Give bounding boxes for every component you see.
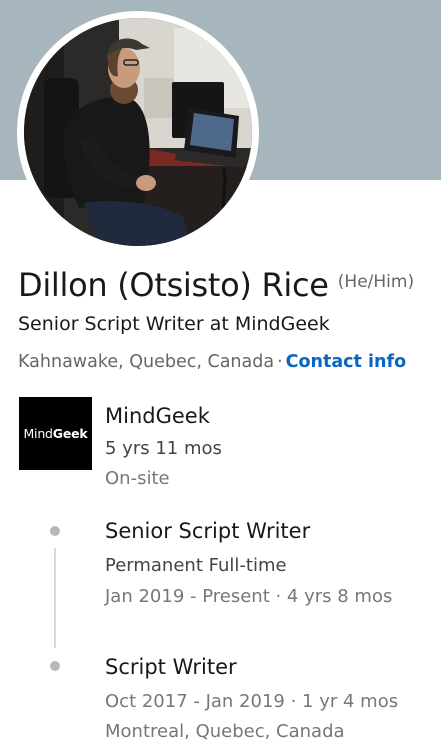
profile-headline: Senior Script Writer at MindGeek bbox=[18, 313, 330, 335]
position-employment-type: Permanent Full-time bbox=[105, 555, 287, 576]
profile-photo bbox=[24, 18, 252, 246]
timeline-connector bbox=[54, 548, 56, 648]
company-name[interactable]: MindGeek bbox=[105, 404, 210, 428]
timeline-dot bbox=[50, 526, 60, 536]
company-duration: 5 yrs 11 mos bbox=[105, 438, 222, 459]
location-line: Kahnawake, Quebec, Canada · Contact info bbox=[18, 352, 406, 372]
logo-text-bold: Geek bbox=[52, 426, 88, 441]
avatar[interactable] bbox=[24, 18, 252, 246]
contact-info-link[interactable]: Contact info bbox=[286, 352, 406, 372]
company-work-type: On-site bbox=[105, 468, 170, 489]
position-location: Montreal, Quebec, Canada bbox=[105, 721, 345, 742]
profile-pronouns: (He/Him) bbox=[337, 272, 415, 292]
profile-name: Dillon (Otsisto) Rice bbox=[18, 266, 329, 304]
company-logo-wordmark: MindGeek bbox=[23, 426, 87, 441]
logo-text-light: Mind bbox=[23, 426, 53, 441]
company-logo[interactable]: MindGeek bbox=[19, 397, 92, 470]
profile-page: Dillon (Otsisto) Rice (He/Him) Senior Sc… bbox=[0, 0, 441, 754]
position-title: Senior Script Writer bbox=[105, 519, 311, 543]
separator-dot: · bbox=[277, 352, 283, 372]
name-line: Dillon (Otsisto) Rice (He/Him) bbox=[18, 266, 414, 304]
position-dates: Jan 2019 - Present · 4 yrs 8 mos bbox=[105, 586, 393, 607]
profile-location: Kahnawake, Quebec, Canada bbox=[18, 352, 275, 372]
timeline-dot bbox=[50, 661, 60, 671]
position-title: Script Writer bbox=[105, 655, 237, 679]
position-dates: Oct 2017 - Jan 2019 · 1 yr 4 mos bbox=[105, 691, 399, 712]
